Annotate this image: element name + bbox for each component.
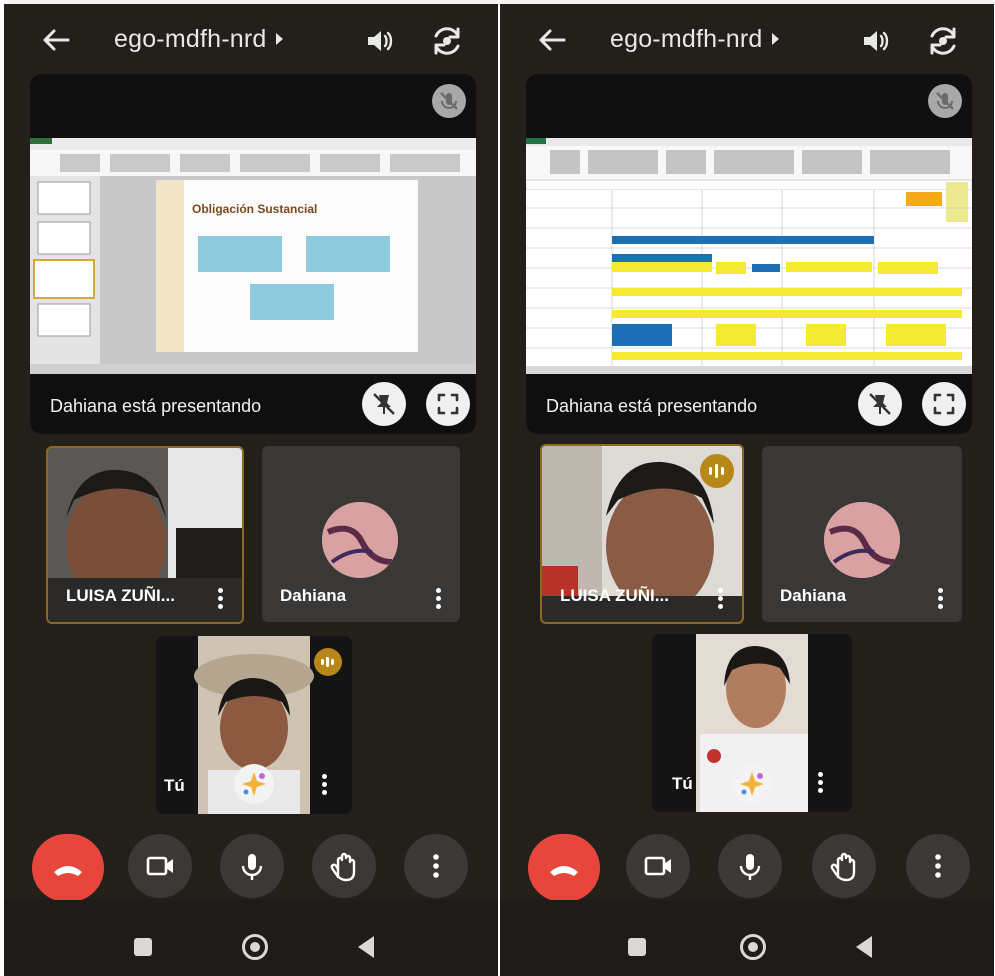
- end-call-button[interactable]: [32, 834, 104, 902]
- arrow-left-icon[interactable]: [534, 24, 570, 56]
- videocam-icon: [644, 856, 671, 876]
- hand-icon: [330, 852, 356, 882]
- meeting-code: ego-mdfh-nrd: [610, 24, 763, 53]
- participant-name: LUISA ZUÑI...: [66, 586, 175, 605]
- slide-title: Obligación Sustancial: [192, 202, 318, 216]
- participant-name: LUISA ZUÑI...: [560, 586, 669, 605]
- presenter-label: Dahiana está presentando: [546, 396, 758, 416]
- mic-off-icon: [928, 84, 962, 118]
- more-vert-icon[interactable]: [218, 588, 224, 610]
- more-vert-icon[interactable]: [938, 588, 944, 610]
- switch-camera-icon[interactable]: [430, 24, 464, 58]
- audio-level-icon: [700, 454, 734, 488]
- self-view-tile[interactable]: Tú: [652, 634, 852, 812]
- meeting-code-button[interactable]: ego-mdfh-nrd: [114, 22, 284, 56]
- camera-toggle-button[interactable]: [626, 834, 690, 898]
- participant-name: Dahiana: [280, 586, 347, 605]
- call-end-icon: [54, 866, 82, 876]
- more-vert-icon[interactable]: [718, 588, 724, 610]
- raise-hand-button[interactable]: [812, 834, 876, 898]
- switch-camera-icon[interactable]: [926, 24, 960, 58]
- more-options-button[interactable]: [404, 834, 468, 898]
- more-vert-icon[interactable]: [436, 588, 442, 610]
- status-strip: [500, 0, 994, 4]
- triangle-back-icon[interactable]: [856, 936, 872, 958]
- mic-icon: [241, 854, 263, 880]
- speaker-icon[interactable]: [364, 26, 394, 56]
- sparkle-icon: [242, 772, 266, 796]
- chevron-right-icon: [772, 33, 780, 45]
- participant-name: Dahiana: [780, 586, 847, 605]
- phone-screen-left: ego-mdfh-nrd Obligación Sustancial Dahia…: [4, 0, 498, 976]
- participant-tile-luisa[interactable]: LUISA ZUÑI...: [540, 444, 744, 624]
- presenter-label: Dahiana está presentando: [50, 396, 262, 416]
- triangle-back-icon[interactable]: [358, 936, 374, 958]
- phone-screen-right: ego-mdfh-nrd Dahiana está presentando LU…: [500, 0, 994, 976]
- arrow-left-icon[interactable]: [38, 24, 74, 56]
- mic-toggle-button[interactable]: [718, 834, 782, 898]
- self-view-tile[interactable]: Tú: [156, 636, 352, 814]
- mic-toggle-button[interactable]: [220, 834, 284, 898]
- pin-off-icon: [373, 393, 395, 415]
- more-vert-icon[interactable]: [818, 772, 824, 794]
- camera-toggle-button[interactable]: [128, 834, 192, 898]
- sparkle-icon: [740, 772, 764, 796]
- circle-icon[interactable]: [740, 934, 766, 960]
- unpin-button[interactable]: [858, 382, 902, 426]
- meeting-code-button[interactable]: ego-mdfh-nrd: [610, 22, 780, 56]
- meeting-header: ego-mdfh-nrd: [4, 14, 498, 66]
- end-call-button[interactable]: [528, 834, 600, 902]
- more-vert-icon: [433, 854, 439, 878]
- participant-tile-dahiana[interactable]: Dahiana: [262, 446, 460, 622]
- fullscreen-button[interactable]: [922, 382, 966, 426]
- speaker-icon[interactable]: [860, 26, 890, 56]
- more-vert-icon[interactable]: [322, 774, 328, 796]
- presentation-panel[interactable]: Dahiana está presentando: [526, 74, 972, 434]
- self-label: Tú: [672, 774, 693, 793]
- audio-level-icon: [314, 648, 342, 676]
- chevron-right-icon: [276, 33, 284, 45]
- circle-icon[interactable]: [242, 934, 268, 960]
- presentation-panel[interactable]: Obligación Sustancial Dahiana está prese…: [30, 74, 476, 434]
- more-vert-icon: [935, 854, 941, 878]
- videocam-icon: [146, 856, 173, 876]
- fullscreen-button[interactable]: [426, 382, 470, 426]
- fullscreen-icon: [437, 393, 459, 415]
- participant-tile-luisa[interactable]: LUISA ZUÑI...: [46, 446, 244, 624]
- fullscreen-icon: [933, 393, 955, 415]
- avatar: [824, 502, 900, 578]
- mic-off-icon: [432, 84, 466, 118]
- raise-hand-button[interactable]: [312, 834, 376, 898]
- effects-button[interactable]: [732, 764, 772, 804]
- status-strip: [4, 0, 498, 4]
- hand-icon: [830, 852, 856, 882]
- shared-screen-excel: [526, 138, 972, 374]
- meeting-header: ego-mdfh-nrd: [500, 14, 994, 66]
- shared-screen-powerpoint: Obligación Sustancial: [30, 138, 476, 374]
- square-icon[interactable]: [628, 938, 646, 956]
- pin-off-icon: [869, 393, 891, 415]
- mic-icon: [739, 854, 761, 880]
- unpin-button[interactable]: [362, 382, 406, 426]
- avatar: [322, 502, 398, 578]
- self-label: Tú: [164, 776, 185, 795]
- effects-button[interactable]: [234, 764, 274, 804]
- more-options-button[interactable]: [906, 834, 970, 898]
- participant-tile-dahiana[interactable]: Dahiana: [762, 446, 962, 622]
- call-end-icon: [550, 866, 578, 876]
- meeting-code: ego-mdfh-nrd: [114, 24, 267, 53]
- square-icon[interactable]: [134, 938, 152, 956]
